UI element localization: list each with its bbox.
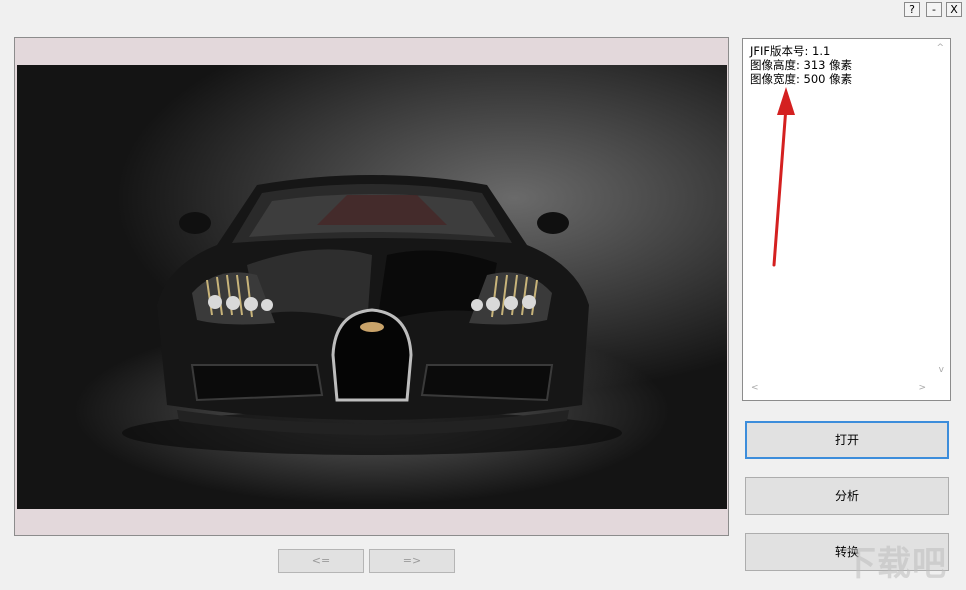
scroll-left-icon[interactable]: < (751, 383, 759, 393)
next-image-button[interactable]: => (369, 549, 455, 573)
open-button[interactable]: 打开 (745, 421, 949, 459)
scroll-up-icon[interactable]: ^ (936, 43, 944, 53)
info-line-jfif-version: JFIF版本号: 1.1 (750, 44, 831, 58)
car-photo (17, 65, 727, 509)
scroll-down-icon[interactable]: v (939, 365, 944, 375)
info-line-image-width: 图像宽度: 500 像素 (750, 72, 853, 86)
watermark: 下载吧 (842, 544, 947, 584)
prev-image-button[interactable]: <= (278, 549, 364, 573)
scroll-right-icon[interactable]: > (918, 383, 926, 393)
info-line-image-height: 图像高度: 313 像素 (750, 58, 853, 72)
annotation-arrow-icon (772, 87, 795, 267)
close-button[interactable]: X (946, 2, 962, 17)
car-illustration (122, 175, 622, 455)
help-button[interactable]: ? (904, 2, 920, 17)
image-viewer (14, 37, 729, 536)
minimize-button[interactable]: - (926, 2, 942, 17)
analyze-button[interactable]: 分析 (745, 477, 949, 515)
